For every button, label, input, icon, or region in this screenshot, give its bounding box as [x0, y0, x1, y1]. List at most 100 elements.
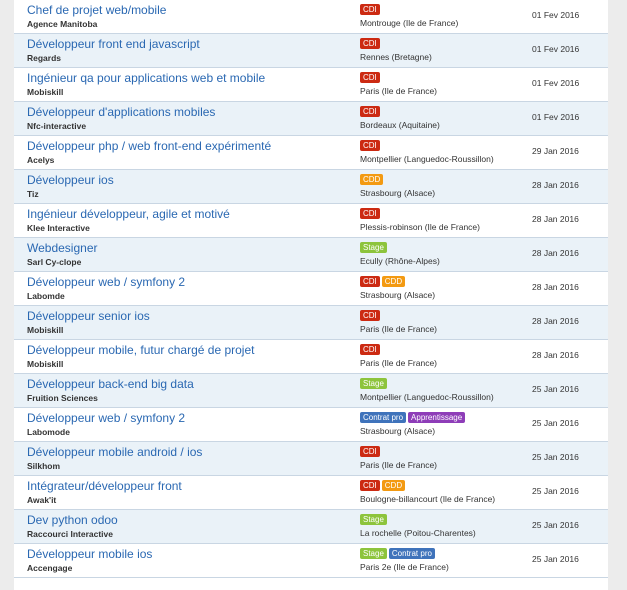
contract-type-badge: CDI	[360, 480, 380, 491]
job-location: La rochelle (Poitou-Charentes)	[360, 528, 476, 538]
posted-date: 01 Fev 2016	[532, 112, 580, 122]
contract-badges: CDI	[360, 310, 380, 321]
company-name: Nfc-interactive	[27, 121, 87, 131]
company-name: Sarl Cy-clope	[27, 257, 82, 267]
contract-badges: Stage	[360, 514, 387, 525]
contract-badges: CDI	[360, 4, 380, 15]
contract-badges: CDD	[360, 174, 384, 185]
job-row[interactable]: Ingénieur développeur, agile et motivé K…	[14, 204, 608, 238]
contract-type-badge: Stage	[360, 514, 387, 525]
job-location: Paris (Ile de France)	[360, 460, 437, 470]
company-name: Mobiskill	[27, 325, 64, 335]
contract-type-badge: CDI	[360, 344, 380, 355]
job-row[interactable]: Intégrateur/développeur front Awak'it CD…	[14, 476, 608, 510]
posted-date: 01 Fev 2016	[532, 44, 580, 54]
contract-type-badge: CDI	[360, 140, 380, 151]
contract-type-badge: CDI	[360, 276, 380, 287]
contract-type-badge: Apprentissage	[408, 412, 466, 423]
contract-type-badge: CDI	[360, 72, 380, 83]
job-location: Strasbourg (Alsace)	[360, 188, 436, 198]
job-location: Paris (Ile de France)	[360, 358, 437, 368]
job-title-link[interactable]: Développeur ios	[27, 173, 114, 187]
job-title-link[interactable]: Développeur mobile, futur chargé de proj…	[27, 343, 254, 357]
posted-date: 01 Fev 2016	[532, 78, 580, 88]
company-name: Mobiskill	[27, 359, 64, 369]
job-title-link[interactable]: Développeur php / web front-end expérime…	[27, 139, 271, 153]
job-row[interactable]: Webdesigner Sarl Cy-clope Stage Ecully (…	[14, 238, 608, 272]
job-title-link[interactable]: Développeur back-end big data	[27, 377, 194, 391]
posted-date: 25 Jan 2016	[532, 452, 579, 462]
contract-badges: CDI	[360, 140, 380, 151]
job-location: Plessis-robinson (Ile de France)	[360, 222, 480, 232]
contract-type-badge: CDD	[360, 174, 384, 185]
company-name: Klee Interactive	[27, 223, 90, 233]
job-row[interactable]: Développeur mobile android / ios Silkhom…	[14, 442, 608, 476]
job-row[interactable]: Chef de projet web/mobile Agence Manitob…	[14, 0, 608, 34]
job-row[interactable]: Développeur mobile, futur chargé de proj…	[14, 340, 608, 374]
job-location: Bordeaux (Aquitaine)	[360, 120, 440, 130]
job-location: Montrouge (Ile de France)	[360, 18, 459, 28]
job-row[interactable]: Développeur back-end big data Fruition S…	[14, 374, 608, 408]
contract-badges: Stage	[360, 242, 387, 253]
job-title-link[interactable]: Chef de projet web/mobile	[27, 3, 166, 17]
company-name: Silkhom	[27, 461, 61, 471]
job-title-link[interactable]: Dev python odoo	[27, 513, 118, 527]
posted-date: 28 Jan 2016	[532, 282, 579, 292]
contract-badges: CDI	[360, 38, 380, 49]
job-title-link[interactable]: Développeur senior ios	[27, 309, 150, 323]
contract-type-badge: Contrat pro	[360, 412, 407, 423]
job-row[interactable]: Dev python odoo Raccourci Interactive St…	[14, 510, 608, 544]
job-row[interactable]: Développeur d'applications mobiles Nfc-i…	[14, 102, 608, 136]
company-name: Acelys	[27, 155, 55, 165]
job-title-link[interactable]: Développeur mobile ios	[27, 547, 152, 561]
job-location: Ecully (Rhône-Alpes)	[360, 256, 440, 266]
job-title-link[interactable]: Développeur d'applications mobiles	[27, 105, 215, 119]
contract-type-badge: CDI	[360, 310, 380, 321]
company-name: Raccourci Interactive	[27, 529, 113, 539]
job-row[interactable]: Développeur senior ios Mobiskill CDI Par…	[14, 306, 608, 340]
company-name: Awak'it	[27, 495, 57, 505]
posted-date: 25 Jan 2016	[532, 384, 579, 394]
job-row[interactable]: Développeur web / symfony 2 Labomode Con…	[14, 408, 608, 442]
contract-type-badge: CDI	[360, 106, 380, 117]
contract-badges: CDI	[360, 344, 380, 355]
company-name: Accengage	[27, 563, 73, 573]
posted-date: 29 Jan 2016	[532, 146, 579, 156]
job-title-link[interactable]: Développeur web / symfony 2	[27, 411, 185, 425]
job-title-link[interactable]: Ingénieur qa pour applications web et mo…	[27, 71, 265, 85]
job-location: Paris (Ile de France)	[360, 324, 437, 334]
contract-type-badge: Stage	[360, 548, 387, 559]
job-row[interactable]: Développeur php / web front-end expérime…	[14, 136, 608, 170]
contract-badges: CDI	[360, 208, 380, 219]
job-location: Montpellier (Languedoc-Roussillon)	[360, 392, 494, 402]
contract-badges: CDI	[360, 106, 380, 117]
job-location: Rennes (Bretagne)	[360, 52, 432, 62]
contract-type-badge: CDI	[360, 446, 380, 457]
job-title-link[interactable]: Ingénieur développeur, agile et motivé	[27, 207, 230, 221]
posted-date: 25 Jan 2016	[532, 520, 579, 530]
job-title-link[interactable]: Webdesigner	[27, 241, 98, 255]
company-name: Fruition Sciences	[27, 393, 98, 403]
job-title-link[interactable]: Développeur web / symfony 2	[27, 275, 185, 289]
contract-type-badge: CDD	[381, 276, 406, 287]
job-row[interactable]: Développeur ios Tiz CDD Strasbourg (Alsa…	[14, 170, 608, 204]
job-title-link[interactable]: Développeur front end javascript	[27, 37, 200, 51]
company-name: Regards	[27, 53, 62, 63]
company-name: Agence Manitoba	[27, 19, 98, 29]
job-location: Strasbourg (Alsace)	[360, 290, 436, 300]
posted-date: 28 Jan 2016	[532, 316, 579, 326]
job-row[interactable]: Développeur web / symfony 2 Labomde CDI C…	[14, 272, 608, 306]
posted-date: 25 Jan 2016	[532, 486, 579, 496]
posted-date: 01 Fev 2016	[532, 10, 580, 20]
job-row[interactable]: Développeur mobile ios Accengage Stage Co…	[14, 544, 608, 578]
job-title-link[interactable]: Intégrateur/développeur front	[27, 479, 182, 493]
job-location: Paris 2e (Ile de France)	[360, 562, 449, 572]
company-name: Labomode	[27, 427, 70, 437]
job-row[interactable]: Développeur front end javascript Regards…	[14, 34, 608, 68]
contract-type-badge: CDI	[360, 4, 380, 15]
contract-badges: Contrat pro Apprentissage	[360, 412, 466, 423]
job-title-link[interactable]: Développeur mobile android / ios	[27, 445, 202, 459]
posted-date: 28 Jan 2016	[532, 180, 579, 190]
job-row[interactable]: Ingénieur qa pour applications web et mo…	[14, 68, 608, 102]
job-list: Chef de projet web/mobile Agence Manitob…	[14, 0, 608, 578]
